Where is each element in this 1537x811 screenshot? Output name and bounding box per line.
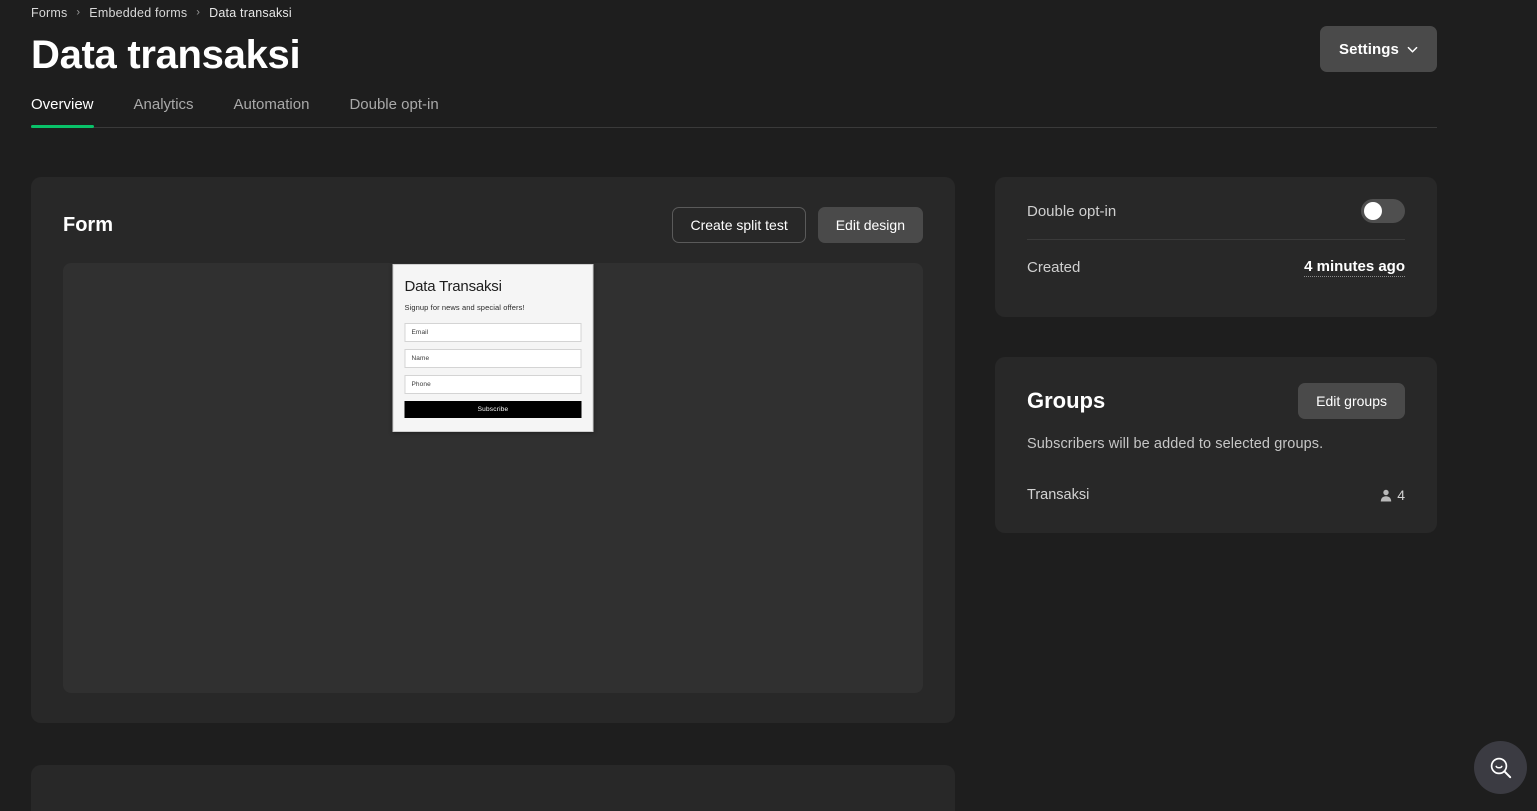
tab-double-opt-in[interactable]: Double opt-in [349, 96, 438, 127]
group-list-item[interactable]: Transaksi 4 [1027, 487, 1405, 503]
secondary-card [31, 765, 955, 811]
breadcrumb-separator-icon: › [196, 6, 201, 18]
search-smile-icon [1488, 755, 1514, 781]
created-value: 4 minutes ago [1304, 258, 1405, 277]
breadcrumb: Forms › Embedded forms › Data transaksi [31, 6, 292, 20]
group-name: Transaksi [1027, 487, 1090, 503]
form-card-header: Form Create split test Edit design [31, 177, 955, 243]
double-opt-in-row: Double opt-in [1027, 183, 1405, 239]
group-subscriber-count: 4 [1380, 487, 1405, 503]
tab-automation[interactable]: Automation [234, 96, 310, 127]
created-label: Created [1027, 259, 1081, 276]
breadcrumb-item-embedded-forms[interactable]: Embedded forms [89, 6, 187, 20]
edit-design-button[interactable]: Edit design [817, 207, 923, 243]
form-card: Form Create split test Edit design Data … [31, 177, 955, 723]
form-card-actions: Create split test Edit design [672, 207, 923, 243]
app-page: Forms › Embedded forms › Data transaksi … [0, 0, 1537, 811]
preview-form-subtitle: Signup for news and special offers! [404, 303, 525, 312]
groups-card: Groups Edit groups Subscribers will be a… [995, 357, 1437, 533]
double-opt-in-label: Double opt-in [1027, 202, 1117, 220]
settings-button-label: Settings [1339, 40, 1399, 58]
group-count-value: 4 [1397, 487, 1405, 503]
groups-title: Groups [1027, 388, 1106, 413]
page-title: Data transaksi [31, 33, 301, 77]
breadcrumb-item-current: Data transaksi [209, 6, 292, 20]
tab-overview[interactable]: Overview [31, 96, 94, 128]
created-row: Created 4 minutes ago [1027, 239, 1405, 295]
groups-header: Groups Edit groups [1027, 383, 1405, 419]
chevron-down-icon [1407, 44, 1418, 55]
groups-description: Subscribers will be added to selected gr… [1027, 436, 1324, 452]
form-info-card: Double opt-in Created 4 minutes ago [995, 177, 1437, 317]
preview-form-title: Data Transaksi [404, 278, 502, 295]
edit-groups-button[interactable]: Edit groups [1298, 383, 1405, 419]
tab-analytics[interactable]: Analytics [134, 96, 194, 127]
preview-name-field[interactable]: Name [404, 349, 582, 368]
form-preview-stage: Data Transaksi Signup for news and speci… [63, 263, 923, 693]
form-card-title: Form [63, 213, 113, 236]
tab-bar: Overview Analytics Automation Double opt… [31, 96, 1437, 128]
toggle-knob [1364, 202, 1382, 220]
preview-email-field[interactable]: Email [404, 323, 582, 342]
help-search-fab[interactable] [1474, 741, 1527, 794]
create-split-test-button[interactable]: Create split test [672, 207, 806, 243]
settings-button[interactable]: Settings [1320, 26, 1437, 72]
main-content: Form Create split test Edit design Data … [31, 177, 1437, 811]
double-opt-in-toggle[interactable] [1361, 199, 1405, 223]
preview-subscribe-button[interactable]: Subscribe [404, 401, 582, 418]
right-column: Double opt-in Created 4 minutes ago Grou… [995, 177, 1437, 533]
breadcrumb-separator-icon: › [76, 6, 81, 18]
breadcrumb-item-forms[interactable]: Forms [31, 6, 67, 20]
left-column: Form Create split test Edit design Data … [31, 177, 955, 811]
person-icon [1380, 489, 1392, 502]
form-preview-widget[interactable]: Data Transaksi Signup for news and speci… [392, 264, 594, 432]
preview-phone-field[interactable]: Phone [404, 375, 582, 394]
